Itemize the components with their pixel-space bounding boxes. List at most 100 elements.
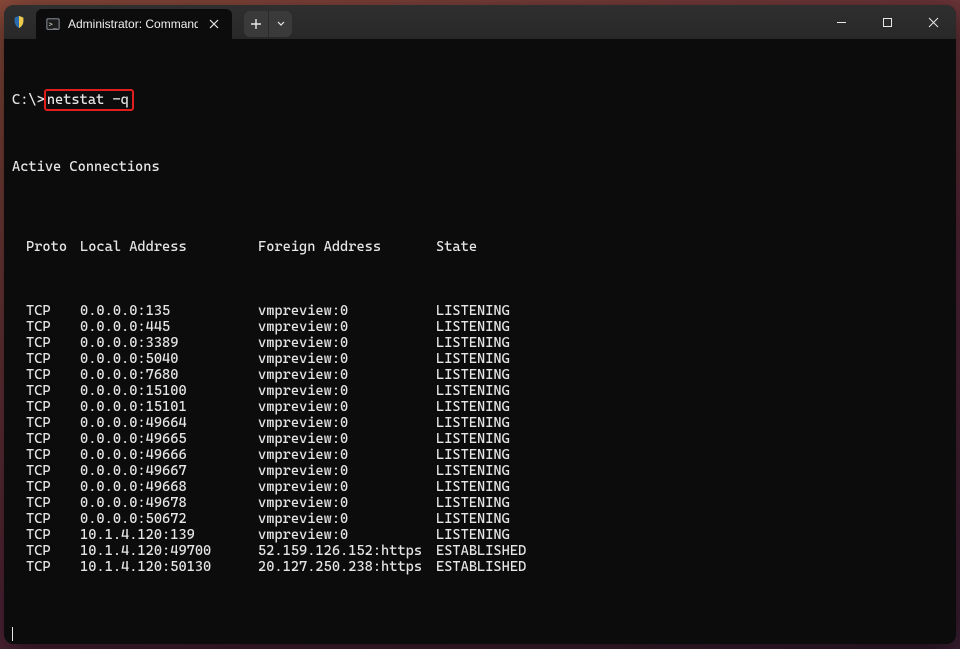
cell-proto: TCP [12,495,80,511]
cell-proto: TCP [12,399,80,415]
cell-state: LISTENING [436,527,510,543]
cell-proto: TCP [12,447,80,463]
cell-local-address: 0.0.0.0:49665 [80,431,258,447]
connection-row: TCP0.0.0.0:50672vmpreview:0LISTENING [12,511,948,527]
section-header: Active Connections [12,159,948,175]
connection-row: TCP0.0.0.0:49668vmpreview:0LISTENING [12,479,948,495]
cell-foreign-address: 52.159.126.152:https [258,543,436,559]
cell-state: LISTENING [436,511,510,527]
titlebar[interactable]: >_ Administrator: Command Pro [4,5,956,39]
cell-state: ESTABLISHED [436,559,526,575]
column-header-row: Proto Local Address Foreign Address Stat… [12,239,948,255]
cell-state: LISTENING [436,431,510,447]
tab-close-button[interactable] [206,16,222,32]
cell-local-address: 0.0.0.0:49666 [80,447,258,463]
cursor-line [12,623,948,641]
cell-foreign-address: vmpreview:0 [258,303,436,319]
cell-state: LISTENING [436,383,510,399]
cell-foreign-address: vmpreview:0 [258,383,436,399]
cell-local-address: 10.1.4.120:139 [80,527,258,543]
cell-local-address: 0.0.0.0:5040 [80,351,258,367]
tab-title: Administrator: Command Pro [68,17,198,31]
cell-proto: TCP [12,559,80,575]
connection-row: TCP0.0.0.0:15100vmpreview:0LISTENING [12,383,948,399]
cell-foreign-address: 20.127.250.238:https [258,559,436,575]
cmd-icon: >_ [46,17,60,31]
cell-foreign-address: vmpreview:0 [258,495,436,511]
connection-row: TCP0.0.0.0:49664vmpreview:0LISTENING [12,415,948,431]
cell-local-address: 0.0.0.0:49668 [80,479,258,495]
cell-local-address: 0.0.0.0:135 [80,303,258,319]
cell-foreign-address: vmpreview:0 [258,511,436,527]
connection-row: TCP10.1.4.120:139vmpreview:0LISTENING [12,527,948,543]
cell-state: LISTENING [436,495,510,511]
cell-local-address: 0.0.0.0:49667 [80,463,258,479]
cell-proto: TCP [12,479,80,495]
prompt-line: C:\>netstat -q [12,89,948,111]
new-tab-button[interactable] [244,11,268,37]
connection-row: TCP0.0.0.0:7680vmpreview:0LISTENING [12,367,948,383]
svg-text:>_: >_ [49,21,58,29]
close-button[interactable] [910,5,956,39]
terminal-window: >_ Administrator: Command Pro [4,5,956,644]
connection-list: TCP0.0.0.0:135vmpreview:0LISTENINGTCP0.0… [12,303,948,575]
titlebar-left: >_ Administrator: Command Pro [4,5,292,39]
desktop-background: >_ Administrator: Command Pro [0,0,960,649]
command-highlight: netstat -q [44,89,134,111]
cell-local-address: 0.0.0.0:445 [80,319,258,335]
cell-foreign-address: vmpreview:0 [258,351,436,367]
cell-foreign-address: vmpreview:0 [258,479,436,495]
maximize-button[interactable] [864,5,910,39]
cell-local-address: 0.0.0.0:49664 [80,415,258,431]
cell-foreign-address: vmpreview:0 [258,463,436,479]
cell-local-address: 0.0.0.0:49678 [80,495,258,511]
col-foreign-header: Foreign Address [258,239,436,255]
connection-row: TCP10.1.4.120:5013020.127.250.238:httpsE… [12,559,948,575]
cell-foreign-address: vmpreview:0 [258,431,436,447]
terminal-tab[interactable]: >_ Administrator: Command Pro [36,9,232,39]
connection-row: TCP0.0.0.0:3389vmpreview:0LISTENING [12,335,948,351]
cell-proto: TCP [12,543,80,559]
connection-row: TCP10.1.4.120:4970052.159.126.152:httpsE… [12,543,948,559]
shield-icon [12,15,26,29]
cell-state: ESTABLISHED [436,543,526,559]
cell-local-address: 10.1.4.120:50130 [80,559,258,575]
text-cursor [12,627,13,641]
cell-state: LISTENING [436,335,510,351]
cell-local-address: 0.0.0.0:50672 [80,511,258,527]
cell-state: LISTENING [436,447,510,463]
cell-proto: TCP [12,415,80,431]
connection-row: TCP0.0.0.0:49666vmpreview:0LISTENING [12,447,948,463]
cell-proto: TCP [12,319,80,335]
cell-proto: TCP [12,303,80,319]
cell-foreign-address: vmpreview:0 [258,415,436,431]
cell-proto: TCP [12,367,80,383]
cell-local-address: 0.0.0.0:15101 [80,399,258,415]
cell-proto: TCP [12,351,80,367]
cell-state: LISTENING [436,367,510,383]
cell-state: LISTENING [436,319,510,335]
cell-local-address: 10.1.4.120:49700 [80,543,258,559]
cell-proto: TCP [12,335,80,351]
col-proto-header: Proto [12,239,80,255]
cell-foreign-address: vmpreview:0 [258,399,436,415]
cell-foreign-address: vmpreview:0 [258,527,436,543]
terminal-body[interactable]: C:\>netstat -q Active Connections Proto … [4,39,956,644]
command-text: netstat -q [47,92,129,108]
prompt: C:\> [12,92,45,108]
cell-proto: TCP [12,511,80,527]
connection-row: TCP0.0.0.0:49678vmpreview:0LISTENING [12,495,948,511]
connection-row: TCP0.0.0.0:49665vmpreview:0LISTENING [12,431,948,447]
col-state-header: State [436,239,477,255]
connection-row: TCP0.0.0.0:135vmpreview:0LISTENING [12,303,948,319]
minimize-button[interactable] [818,5,864,39]
connection-row: TCP0.0.0.0:5040vmpreview:0LISTENING [12,351,948,367]
cell-proto: TCP [12,383,80,399]
window-controls [818,5,956,39]
cell-state: LISTENING [436,463,510,479]
cell-foreign-address: vmpreview:0 [258,335,436,351]
cell-foreign-address: vmpreview:0 [258,447,436,463]
cell-foreign-address: vmpreview:0 [258,319,436,335]
new-tab-dropdown[interactable] [268,11,292,37]
connection-row: TCP0.0.0.0:445vmpreview:0LISTENING [12,319,948,335]
